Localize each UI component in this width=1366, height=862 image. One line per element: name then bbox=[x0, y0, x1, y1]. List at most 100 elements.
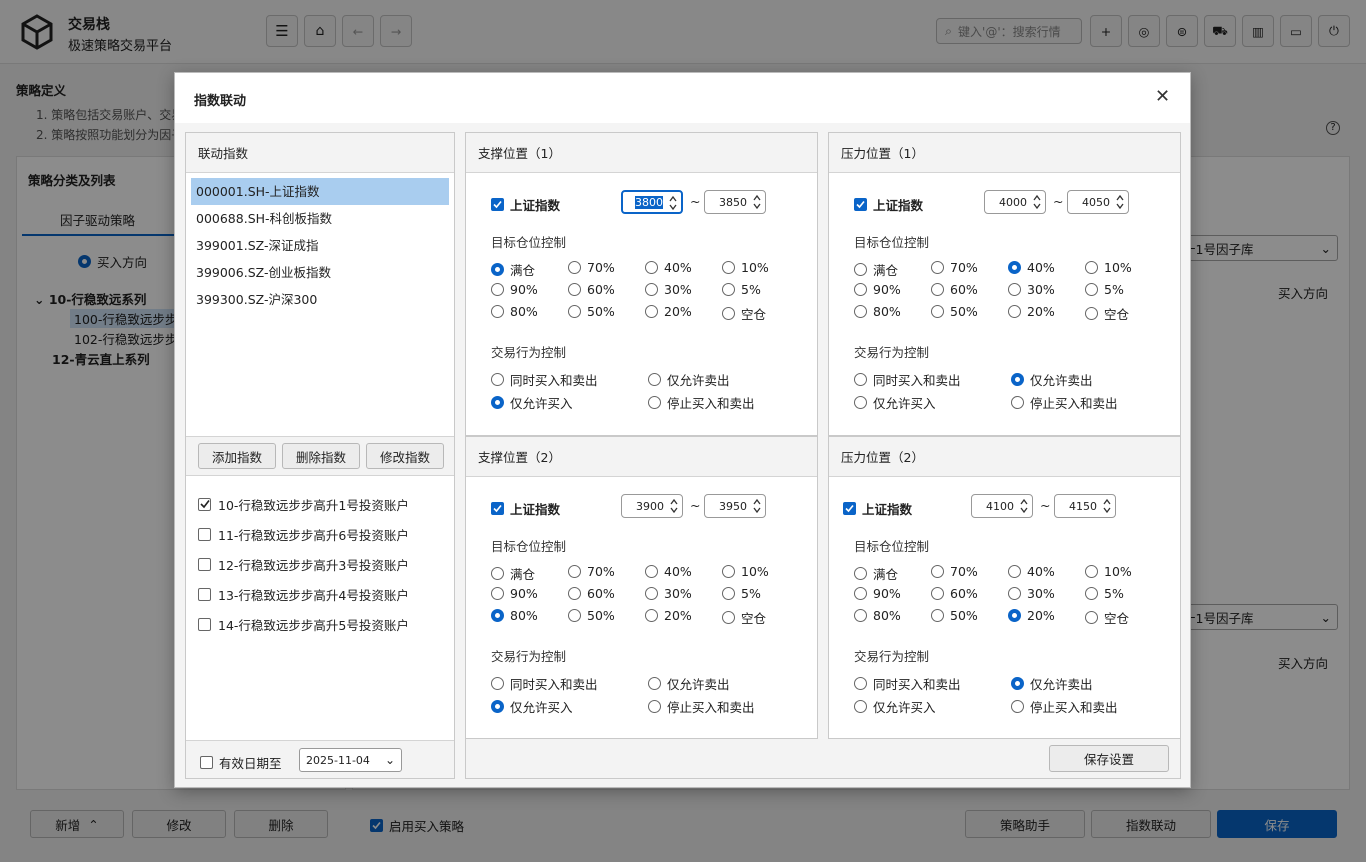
range-low-input[interactable]: 4000 bbox=[984, 190, 1046, 214]
trade-radio[interactable]: 仅允许买入 bbox=[491, 697, 573, 716]
position-radio[interactable]: 空仓 bbox=[1085, 304, 1129, 323]
position-radio[interactable]: 50% bbox=[568, 608, 615, 623]
trade-radio[interactable]: 仅允许卖出 bbox=[648, 674, 730, 693]
position-radio[interactable]: 40% bbox=[645, 260, 692, 275]
range-high-input[interactable]: 4150 bbox=[1054, 494, 1116, 518]
trade-radio[interactable]: 仅允许卖出 bbox=[1011, 370, 1093, 389]
valid-until-checkbox[interactable]: 有效日期至 bbox=[200, 753, 282, 772]
close-icon[interactable]: ✕ bbox=[1155, 86, 1170, 107]
delete-index-button[interactable]: 删除指数 bbox=[282, 443, 360, 469]
position-radio[interactable]: 30% bbox=[1008, 282, 1055, 297]
position-radio[interactable]: 5% bbox=[1085, 282, 1124, 297]
position-label: 40% bbox=[664, 564, 692, 579]
position-radio[interactable]: 70% bbox=[931, 260, 978, 275]
position-radio[interactable]: 空仓 bbox=[722, 608, 766, 627]
position-radio[interactable]: 10% bbox=[1085, 260, 1132, 275]
range-high-input[interactable]: 4050 bbox=[1067, 190, 1129, 214]
position-radio[interactable]: 5% bbox=[1085, 586, 1124, 601]
position-radio[interactable]: 70% bbox=[931, 564, 978, 579]
position-radio[interactable]: 70% bbox=[568, 260, 615, 275]
trade-radio[interactable]: 仅允许卖出 bbox=[1011, 674, 1093, 693]
trade-radio[interactable]: 仅允许买入 bbox=[854, 697, 936, 716]
index-list-item[interactable]: 000001.SH-上证指数 bbox=[191, 178, 449, 205]
position-radio[interactable]: 50% bbox=[931, 608, 978, 623]
save-settings-button[interactable]: 保存设置 bbox=[1049, 745, 1169, 772]
position-radio[interactable]: 20% bbox=[1008, 608, 1055, 623]
position-radio[interactable]: 10% bbox=[1085, 564, 1132, 579]
position-radio[interactable]: 满仓 bbox=[491, 564, 535, 583]
trade-label: 同时买入和卖出 bbox=[873, 677, 961, 692]
account-checkbox[interactable]: 11-行稳致远步步高升6号投资账户 bbox=[198, 519, 448, 549]
position-radio[interactable]: 90% bbox=[491, 586, 538, 601]
position-radio[interactable]: 80% bbox=[854, 304, 901, 319]
trade-radio[interactable]: 停止买入和卖出 bbox=[1011, 697, 1118, 716]
position-radio[interactable]: 50% bbox=[931, 304, 978, 319]
position-radio[interactable]: 满仓 bbox=[491, 260, 535, 279]
valid-until-date-picker[interactable]: 2025-11-04 ⌄ bbox=[299, 748, 402, 772]
range-low-value: 4100 bbox=[986, 499, 1014, 513]
position-radio[interactable]: 40% bbox=[1008, 564, 1055, 579]
position-radio[interactable]: 70% bbox=[568, 564, 615, 579]
trade-radio[interactable]: 同时买入和卖出 bbox=[491, 370, 598, 389]
position-radio[interactable]: 30% bbox=[645, 282, 692, 297]
range-low-input[interactable]: 3900 bbox=[621, 494, 683, 518]
position-radio[interactable]: 20% bbox=[645, 608, 692, 623]
trade-radio[interactable]: 仅允许买入 bbox=[854, 393, 936, 412]
position-radio[interactable]: 40% bbox=[1008, 260, 1055, 275]
trade-label: 仅允许卖出 bbox=[667, 677, 730, 692]
trade-radio[interactable]: 同时买入和卖出 bbox=[491, 674, 598, 693]
range-low-input[interactable]: 3800 bbox=[621, 190, 683, 214]
account-checkbox[interactable]: 13-行稳致远步步高升4号投资账户 bbox=[198, 579, 448, 609]
position-radio[interactable]: 20% bbox=[645, 304, 692, 319]
position-radio[interactable]: 80% bbox=[491, 608, 538, 623]
trade-radio[interactable]: 停止买入和卖出 bbox=[648, 697, 755, 716]
position-radio[interactable]: 10% bbox=[722, 564, 769, 579]
index-list-item[interactable]: 399300.SZ-沪深300 bbox=[191, 286, 449, 313]
index-checkbox[interactable]: 上证指数 bbox=[491, 195, 560, 214]
trade-radio[interactable]: 停止买入和卖出 bbox=[1011, 393, 1118, 412]
index-checkbox[interactable]: 上证指数 bbox=[491, 499, 560, 518]
account-checkbox[interactable]: 14-行稳致远步步高升5号投资账户 bbox=[198, 609, 448, 639]
position-radio[interactable]: 40% bbox=[645, 564, 692, 579]
trade-radio[interactable]: 停止买入和卖出 bbox=[648, 393, 755, 412]
position-radio[interactable]: 90% bbox=[854, 586, 901, 601]
range-low-input[interactable]: 4100 bbox=[971, 494, 1033, 518]
index-checkbox[interactable]: 上证指数 bbox=[854, 195, 923, 214]
position-radio[interactable]: 5% bbox=[722, 586, 761, 601]
trade-radio[interactable]: 仅允许买入 bbox=[491, 393, 573, 412]
trade-radio[interactable]: 同时买入和卖出 bbox=[854, 370, 961, 389]
trade-radio[interactable]: 仅允许卖出 bbox=[648, 370, 730, 389]
position-label: 20% bbox=[1027, 304, 1055, 319]
range-low-value: 3800 bbox=[635, 195, 663, 209]
position-radio[interactable]: 80% bbox=[854, 608, 901, 623]
position-radio[interactable]: 60% bbox=[931, 282, 978, 297]
position-radio[interactable]: 满仓 bbox=[854, 260, 898, 279]
index-list-item[interactable]: 399006.SZ-创业板指数 bbox=[191, 259, 449, 286]
position-radio[interactable]: 60% bbox=[568, 586, 615, 601]
position-radio[interactable]: 50% bbox=[568, 304, 615, 319]
range-high-input[interactable]: 3850 bbox=[704, 190, 766, 214]
position-radio[interactable]: 60% bbox=[931, 586, 978, 601]
index-checkbox[interactable]: 上证指数 bbox=[843, 499, 912, 518]
position-radio[interactable]: 80% bbox=[491, 304, 538, 319]
position-radio[interactable]: 5% bbox=[722, 282, 761, 297]
position-radio[interactable]: 空仓 bbox=[722, 304, 766, 323]
trade-behavior-label: 交易行为控制 bbox=[491, 345, 567, 360]
range-high-input[interactable]: 3950 bbox=[704, 494, 766, 518]
position-radio[interactable]: 10% bbox=[722, 260, 769, 275]
index-list-item[interactable]: 000688.SH-科创板指数 bbox=[191, 205, 449, 232]
trade-radio[interactable]: 同时买入和卖出 bbox=[854, 674, 961, 693]
position-radio[interactable]: 空仓 bbox=[1085, 608, 1129, 627]
position-radio[interactable]: 90% bbox=[491, 282, 538, 297]
modify-index-button[interactable]: 修改指数 bbox=[366, 443, 444, 469]
position-radio[interactable]: 30% bbox=[645, 586, 692, 601]
position-radio[interactable]: 30% bbox=[1008, 586, 1055, 601]
position-radio[interactable]: 满仓 bbox=[854, 564, 898, 583]
position-radio[interactable]: 20% bbox=[1008, 304, 1055, 319]
account-checkbox[interactable]: 12-行稳致远步步高升3号投资账户 bbox=[198, 549, 448, 579]
index-list-item[interactable]: 399001.SZ-深证成指 bbox=[191, 232, 449, 259]
account-checkbox[interactable]: 10-行稳致远步步高升1号投资账户 bbox=[198, 489, 448, 519]
position-radio[interactable]: 60% bbox=[568, 282, 615, 297]
position-radio[interactable]: 90% bbox=[854, 282, 901, 297]
add-index-button[interactable]: 添加指数 bbox=[198, 443, 276, 469]
